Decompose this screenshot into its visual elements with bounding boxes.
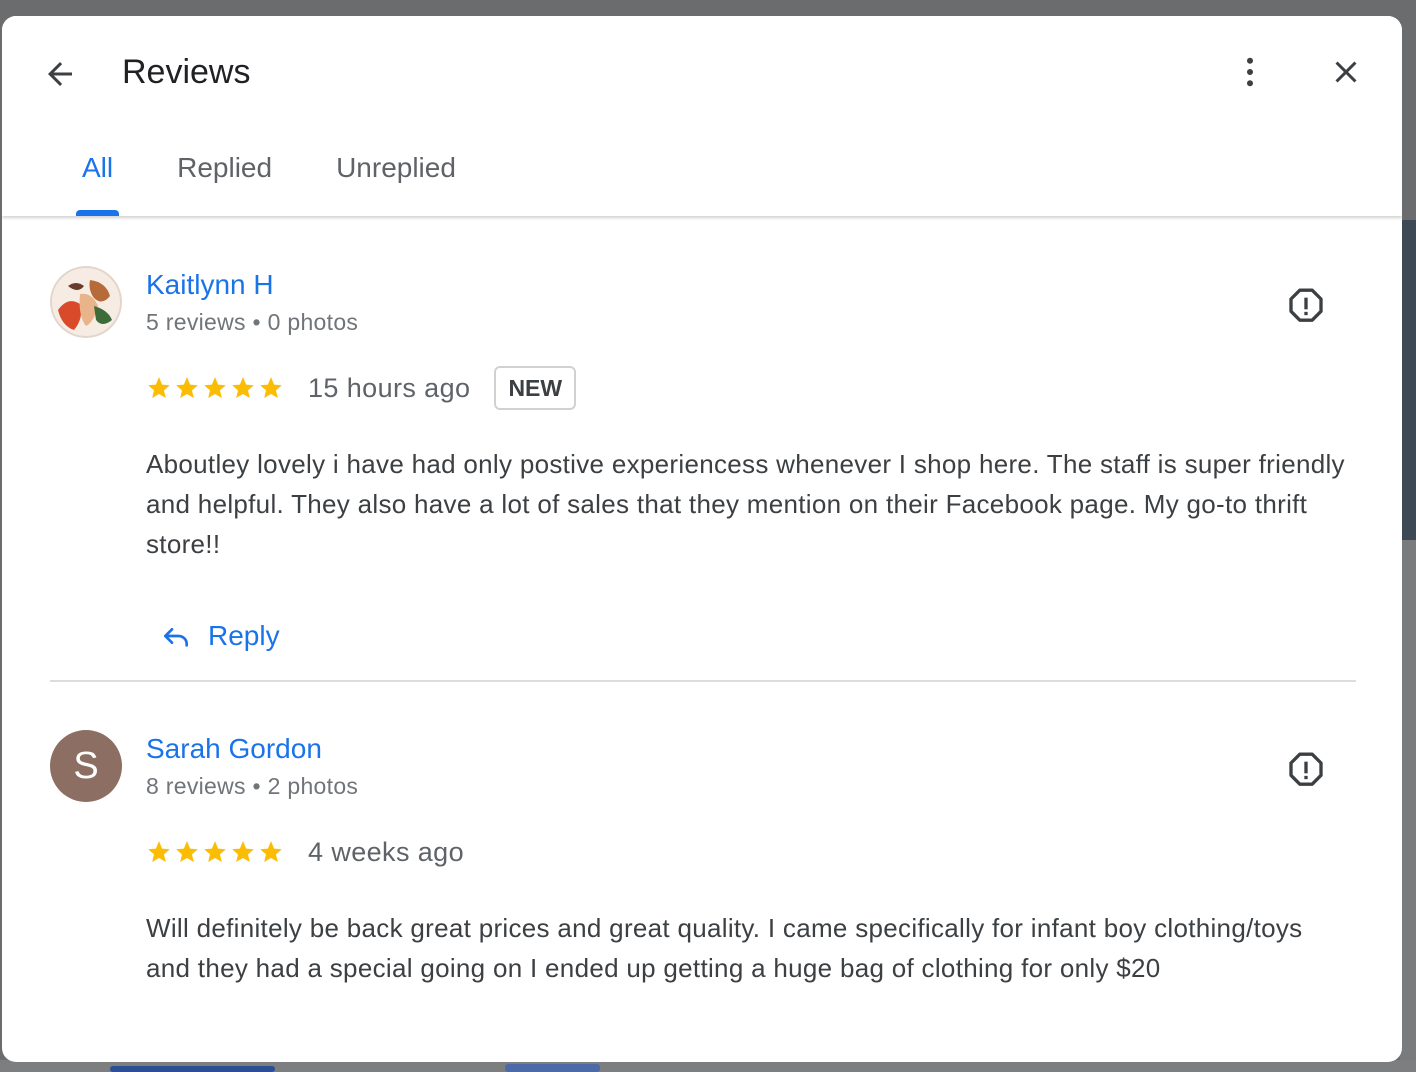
star-icon — [232, 377, 254, 398]
backdrop-panel — [1400, 540, 1416, 1072]
tab-label: All — [82, 152, 114, 183]
reply-button[interactable]: Reply — [160, 614, 280, 658]
star-icon — [204, 841, 226, 862]
review-tabs: All Replied Unreplied — [58, 150, 496, 216]
reply-label: Reply — [208, 620, 280, 651]
review-time: 4 weeks ago — [308, 836, 464, 867]
more-vert-icon — [1247, 57, 1253, 87]
report-button[interactable] — [1286, 286, 1326, 326]
tab-label: Replied — [177, 152, 273, 183]
tab-label: Unreplied — [336, 152, 456, 183]
star-icon — [148, 841, 170, 862]
dialog-header: Reviews All Replied Unreplied — [2, 16, 1402, 216]
star-rating — [146, 839, 284, 865]
report-icon — [1289, 752, 1323, 786]
rating-row: 15 hours ago NEW — [146, 366, 577, 410]
star-icon — [176, 841, 198, 862]
review-text: Aboutley lovely i have had only postive … — [146, 449, 1345, 559]
rating-row: 4 weeks ago — [146, 830, 464, 874]
backdrop-image — [1400, 220, 1416, 540]
star-icon — [260, 377, 282, 398]
reviewer-meta: 8 reviews • 2 photos — [146, 773, 359, 799]
report-button[interactable] — [1286, 750, 1326, 790]
reply-icon — [164, 628, 188, 647]
new-badge: NEW — [494, 366, 577, 410]
reviews-dialog: Reviews All Replied Unreplied Kaitlynn H… — [2, 16, 1402, 1062]
star-icon — [232, 841, 254, 862]
reviewer-name[interactable]: Sarah Gordon — [146, 732, 322, 766]
star-rating — [146, 375, 284, 401]
more-options-button[interactable] — [1226, 48, 1274, 96]
avatar[interactable] — [50, 266, 122, 338]
star-icon — [260, 841, 282, 862]
star-icon — [176, 377, 198, 398]
backdrop-chip — [505, 1064, 600, 1072]
tab-replied[interactable]: Replied — [153, 150, 296, 216]
avatar-letter: S — [73, 744, 99, 787]
report-icon — [1289, 288, 1323, 322]
dialog-title: Reviews — [122, 53, 251, 91]
back-button[interactable] — [36, 50, 84, 98]
backdrop-chip — [110, 1066, 275, 1072]
close-icon — [1335, 61, 1357, 83]
active-tab-indicator — [76, 210, 120, 216]
review-text: Will definitely be back great prices and… — [146, 913, 1303, 983]
reviewer-name[interactable]: Kaitlynn H — [146, 268, 274, 302]
reviewer-meta: 5 reviews • 0 photos — [146, 309, 359, 335]
review-time: 15 hours ago — [308, 372, 471, 403]
star-icon — [148, 377, 170, 398]
tab-all[interactable]: All — [58, 150, 137, 216]
star-icon — [204, 377, 226, 398]
close-button[interactable] — [1322, 48, 1370, 96]
avatar-image — [50, 266, 122, 338]
tab-unreplied[interactable]: Unreplied — [312, 150, 480, 216]
avatar[interactable]: S — [50, 730, 122, 802]
review-divider — [50, 680, 1356, 682]
arrow-left-icon — [48, 62, 72, 86]
